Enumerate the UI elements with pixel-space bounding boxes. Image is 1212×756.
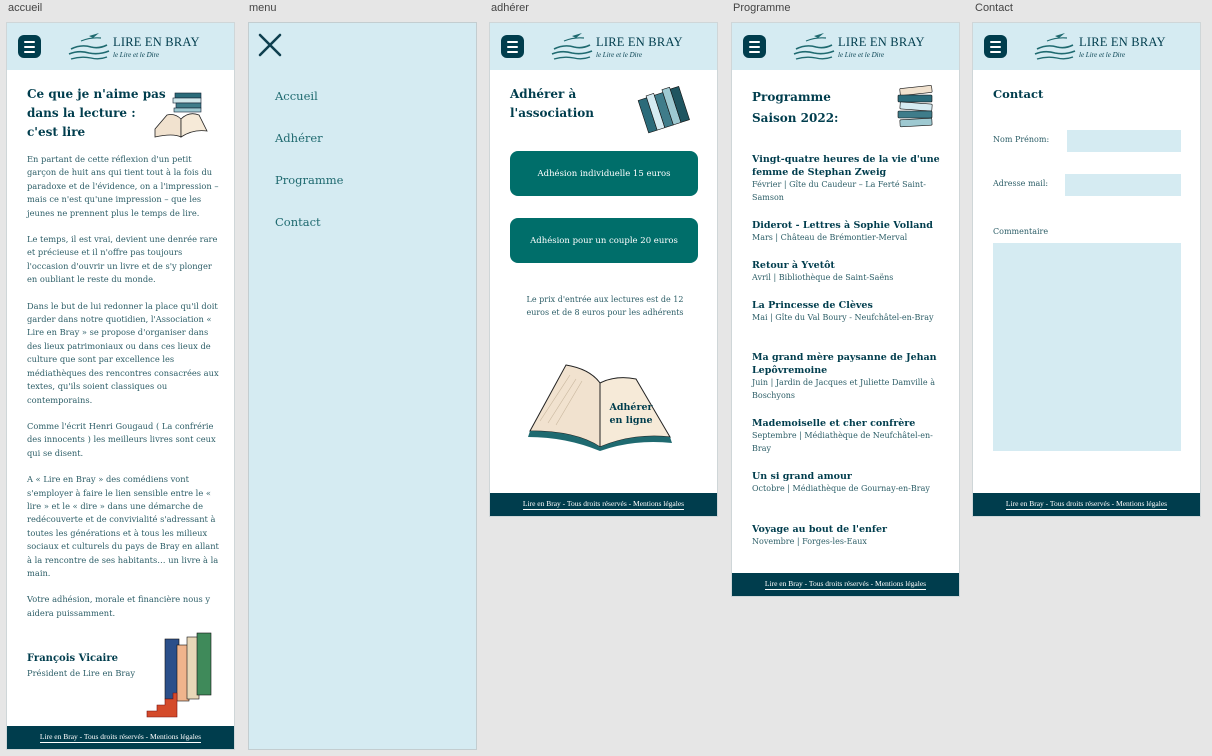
- frame-programme: LIRE EN BRAY le Lire et le Dire Programm…: [731, 22, 960, 597]
- brand-logo[interactable]: LIRE EN BRAY le Lire et le Dire: [550, 32, 690, 62]
- page-title: Contact: [993, 87, 1044, 101]
- frame-menu: Accueil Adhérer Programme Contact: [248, 22, 477, 750]
- email-label: Adresse mail:: [993, 179, 1049, 188]
- footer: Lire en Bray - Tous droits réservés - Me…: [7, 726, 234, 749]
- frame-label-programme: Programme: [733, 2, 791, 14]
- book-stack-icon: [637, 85, 690, 134]
- close-icon[interactable]: [258, 33, 282, 57]
- comment-textarea[interactable]: [993, 243, 1181, 451]
- frame-label-adherer: adhérer: [491, 2, 529, 14]
- couple-membership-button[interactable]: Adhésion pour un couple 20 euros: [510, 218, 698, 263]
- individual-membership-button[interactable]: Adhésion individuelle 15 euros: [510, 151, 698, 196]
- header: LIRE EN BRAY le Lire et le Dire: [973, 23, 1200, 70]
- brand-title: LIRE EN BRAY: [596, 35, 683, 49]
- brand-title: LIRE EN BRAY: [113, 35, 200, 49]
- brand-subtitle: le Lire et le Dire: [596, 51, 643, 59]
- logo-bird-waves-icon: [793, 33, 835, 60]
- program-item[interactable]: Mademoiselle et cher confrère Septembre …: [752, 417, 942, 455]
- frame-label-contact: Contact: [975, 2, 1013, 14]
- footer: Lire en Bray - Tous droits réservés - Me…: [973, 493, 1200, 516]
- brand-title: LIRE EN BRAY: [838, 35, 925, 49]
- brand-subtitle: le Lire et le Dire: [1079, 51, 1126, 59]
- logo-bird-waves-icon: [68, 33, 110, 60]
- name-label: Nom Prénom:: [993, 135, 1050, 144]
- books-pile-icon: [897, 85, 933, 128]
- brand-subtitle: le Lire et le Dire: [113, 51, 160, 59]
- menu-burger-button[interactable]: [984, 35, 1007, 58]
- menu-burger-button[interactable]: [18, 35, 41, 58]
- menu-burger-button[interactable]: [501, 35, 524, 58]
- footer: Lire en Bray - Tous droits réservés - Me…: [732, 573, 959, 596]
- email-field[interactable]: [1065, 174, 1181, 196]
- header: LIRE EN BRAY le Lire et le Dire: [732, 23, 959, 70]
- frame-label-menu: menu: [249, 2, 277, 14]
- program-item[interactable]: La Princesse de Clèves Mai | Gîte du Val…: [752, 299, 942, 325]
- brand-logo[interactable]: LIRE EN BRAY le Lire et le Dire: [1033, 32, 1173, 62]
- program-item[interactable]: Un si grand amour Octobre | Médiathèque …: [752, 470, 942, 496]
- frame-contact: LIRE EN BRAY le Lire et le Dire Contact …: [972, 22, 1201, 517]
- program-item[interactable]: Ma grand mère paysanne de Jehan Lepôvrem…: [752, 351, 942, 402]
- intro-text: En partant de cette réflexion d'un petit…: [27, 154, 219, 618]
- program-item[interactable]: Diderot - Lettres à Sophie Volland Mars …: [752, 219, 942, 245]
- footer-links[interactable]: Lire en Bray - Tous droits réservés - Me…: [522, 499, 685, 510]
- program-item[interactable]: Voyage au bout de l'enfer Novembre | For…: [752, 523, 942, 549]
- logo-bird-waves-icon: [1034, 33, 1076, 60]
- signature-role: Président de Lire en Bray: [27, 668, 136, 678]
- frame-adherer: LIRE EN BRAY le Lire et le Dire Adhérer …: [489, 22, 718, 517]
- footer-links[interactable]: Lire en Bray - Tous droits réservés - Me…: [764, 579, 927, 590]
- footer: Lire en Bray - Tous droits réservés - Me…: [490, 493, 717, 516]
- frame-accueil: LIRE EN BRAY le Lire et le Dire Ce que j…: [6, 22, 235, 750]
- program-item[interactable]: Retour à Yvetôt Avril | Bibliothèque de …: [752, 259, 942, 285]
- menu-burger-button[interactable]: [743, 35, 766, 58]
- books-stairs-icon: [146, 632, 212, 718]
- menu-item-contact[interactable]: Contact: [275, 215, 321, 229]
- signature-name: François Vicaire: [27, 653, 118, 664]
- footer-links[interactable]: Lire en Bray - Tous droits réservés - Me…: [39, 732, 202, 743]
- comment-label: Commentaire: [993, 227, 1049, 236]
- join-online-link[interactable]: Adhérer en ligne: [608, 401, 654, 427]
- footer-links[interactable]: Lire en Bray - Tous droits réservés - Me…: [1005, 499, 1168, 510]
- frame-label-accueil: accueil: [8, 2, 43, 14]
- page-title: Adhérer à l'association: [510, 87, 594, 120]
- reading-book-icon: [154, 92, 208, 138]
- brand-logo[interactable]: LIRE EN BRAY le Lire et le Dire: [67, 32, 207, 62]
- header: LIRE EN BRAY le Lire et le Dire: [490, 23, 717, 70]
- brand-title: LIRE EN BRAY: [1079, 35, 1166, 49]
- brand-logo[interactable]: LIRE EN BRAY le Lire et le Dire: [792, 32, 932, 62]
- brand-subtitle: le Lire et le Dire: [838, 51, 885, 59]
- program-item[interactable]: Vingt-quatre heures de la vie d'une femm…: [752, 153, 942, 204]
- name-field[interactable]: [1067, 130, 1181, 152]
- page-title: Programme Saison 2022:: [752, 90, 839, 125]
- page-title: Ce que je n'aime pas dans la lecture : c…: [27, 87, 166, 139]
- logo-bird-waves-icon: [551, 33, 593, 60]
- menu-item-programme[interactable]: Programme: [275, 173, 344, 187]
- price-note: Le prix d'entrée aux lectures est de 12 …: [526, 295, 684, 317]
- menu-item-adherer[interactable]: Adhérer: [275, 131, 323, 145]
- header: LIRE EN BRAY le Lire et le Dire: [7, 23, 234, 70]
- menu-item-accueil[interactable]: Accueil: [275, 89, 318, 103]
